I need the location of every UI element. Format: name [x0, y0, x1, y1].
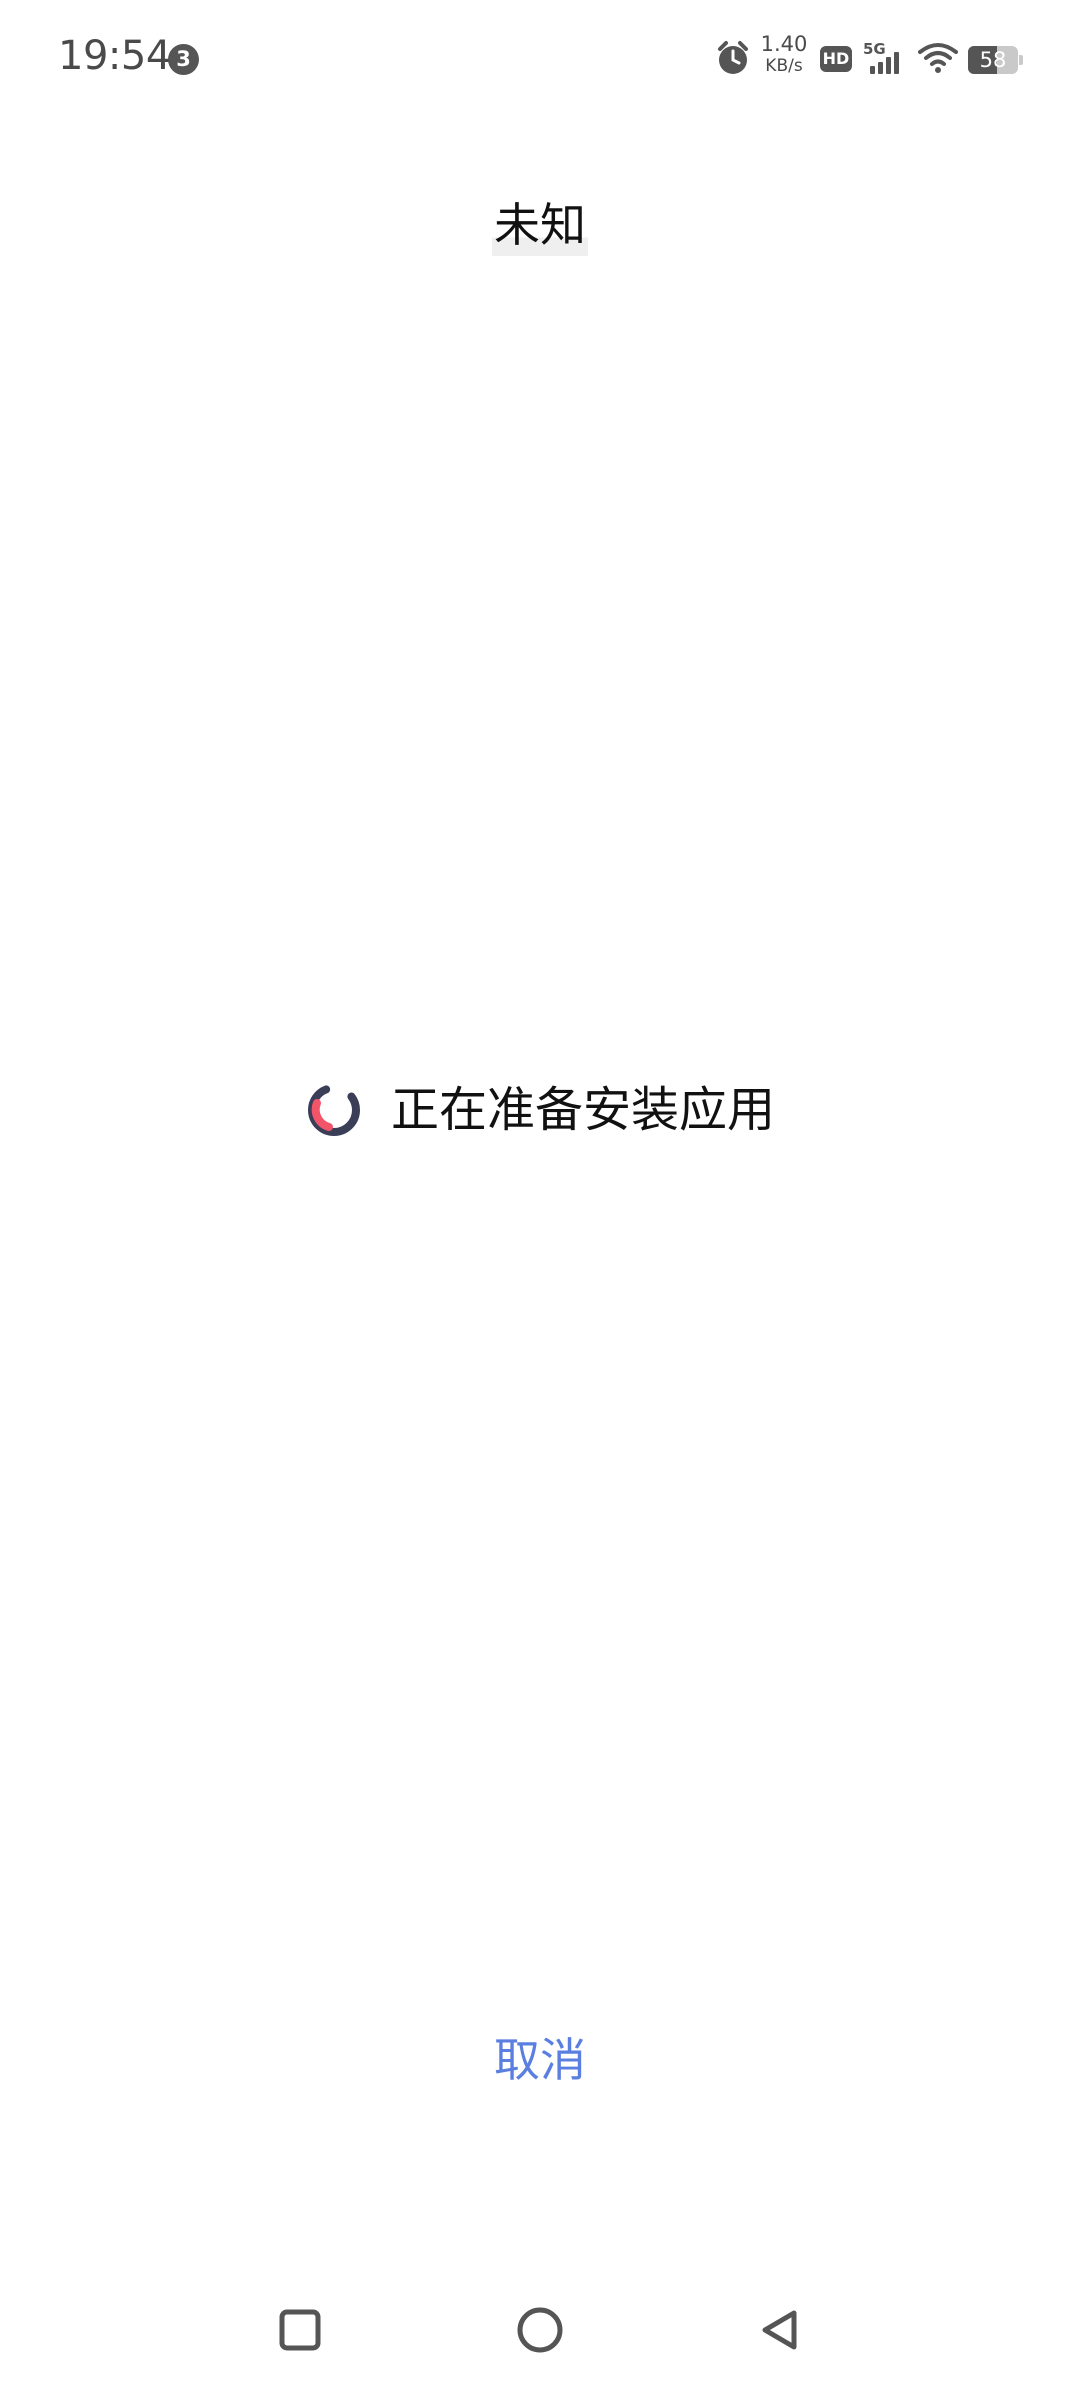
home-button[interactable]	[500, 2290, 580, 2370]
install-screen: 19:54 3 1.40 KB/s HD 5G 58 未知 正在准备安装应用 取…	[0, 0, 1080, 2388]
back-button[interactable]	[740, 2290, 820, 2370]
wifi-icon	[918, 43, 958, 73]
network-type-label: 5G	[863, 40, 886, 58]
app-title: 未知	[0, 194, 1080, 256]
status-bar: 19:54 3 1.40 KB/s HD 5G 58	[0, 0, 1080, 120]
network-speed-unit: KB/s	[765, 56, 803, 76]
alarm-icon	[718, 41, 748, 74]
battery-level: 58	[979, 48, 1007, 72]
signal-icon: 5G	[863, 40, 899, 74]
hd-icon: HD	[820, 46, 852, 72]
recents-button[interactable]	[260, 2290, 340, 2370]
back-icon	[762, 2310, 797, 2350]
notification-count-badge: 3	[168, 44, 199, 75]
network-speed-value: 1.40	[760, 32, 808, 56]
progress-message: 正在准备安装应用	[390, 1082, 775, 1138]
navigation-bar	[0, 2280, 1080, 2388]
app-title-text: 未知	[492, 194, 588, 256]
loading-spinner-icon	[307, 1084, 360, 1136]
install-progress: 正在准备安装应用	[0, 1078, 1080, 1142]
recents-icon	[279, 2309, 321, 2351]
cancel-button[interactable]: 取消	[440, 2020, 640, 2100]
home-icon	[517, 2307, 563, 2353]
status-time: 19:54	[58, 33, 171, 79]
battery-icon: 58	[968, 46, 1024, 74]
network-speed: 1.40 KB/s	[758, 34, 810, 75]
